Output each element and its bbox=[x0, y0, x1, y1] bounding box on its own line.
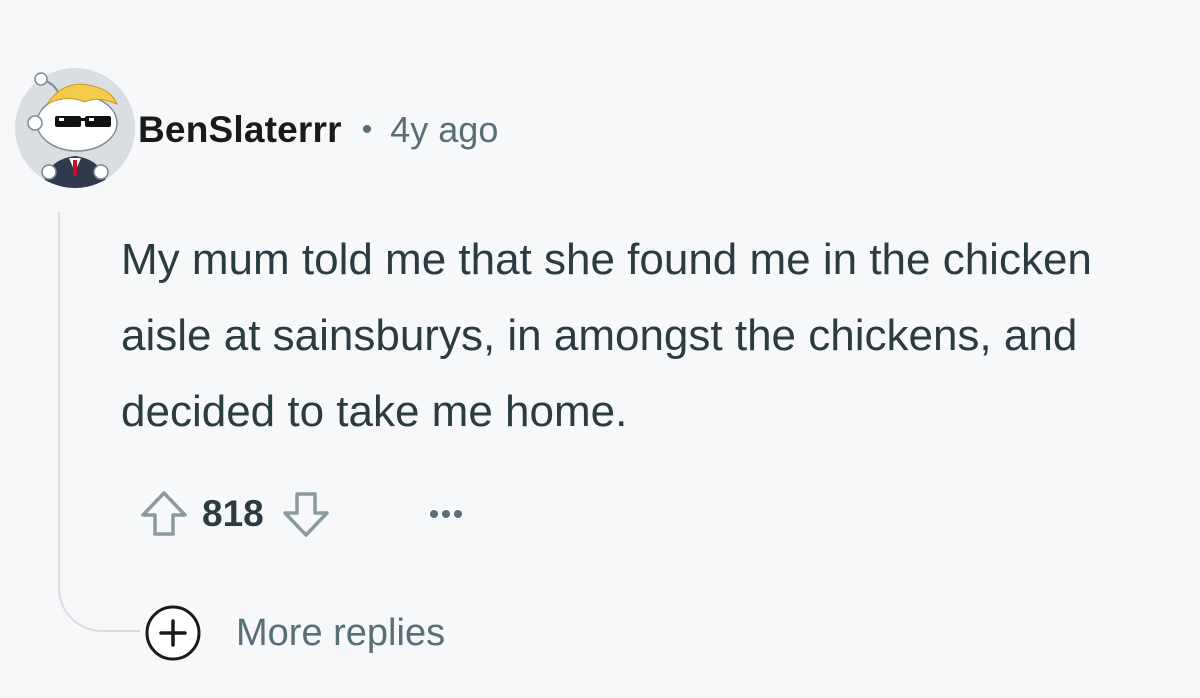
ellipsis-icon bbox=[429, 510, 462, 518]
snoo-avatar-icon bbox=[15, 68, 135, 188]
more-replies-label: More replies bbox=[236, 611, 446, 654]
vote-score: 818 bbox=[202, 493, 264, 534]
username-link[interactable]: BenSlaterrr bbox=[138, 109, 342, 151]
comment-body: My mum told me that she found me in the … bbox=[121, 235, 1092, 436]
thread-line[interactable] bbox=[58, 212, 60, 580]
more-replies-button[interactable]: More replies bbox=[144, 604, 445, 662]
arrow-up-icon bbox=[141, 491, 187, 536]
avatar[interactable] bbox=[15, 68, 135, 188]
thread-connector bbox=[58, 570, 140, 632]
downvote-button[interactable] bbox=[276, 482, 336, 546]
arrow-down-icon bbox=[282, 492, 329, 537]
upvote-button[interactable] bbox=[134, 482, 194, 546]
timestamp[interactable]: 4y ago bbox=[390, 109, 498, 151]
comment-meta: BenSlaterrr • 4y ago bbox=[138, 108, 498, 152]
overflow-menu-button[interactable] bbox=[424, 492, 468, 536]
comment-actions: 818 bbox=[134, 482, 468, 546]
comment: BenSlaterrr • 4y ago My mum told me that… bbox=[0, 0, 1200, 698]
plus-circle-icon bbox=[145, 605, 201, 661]
meta-separator: • bbox=[361, 113, 373, 146]
